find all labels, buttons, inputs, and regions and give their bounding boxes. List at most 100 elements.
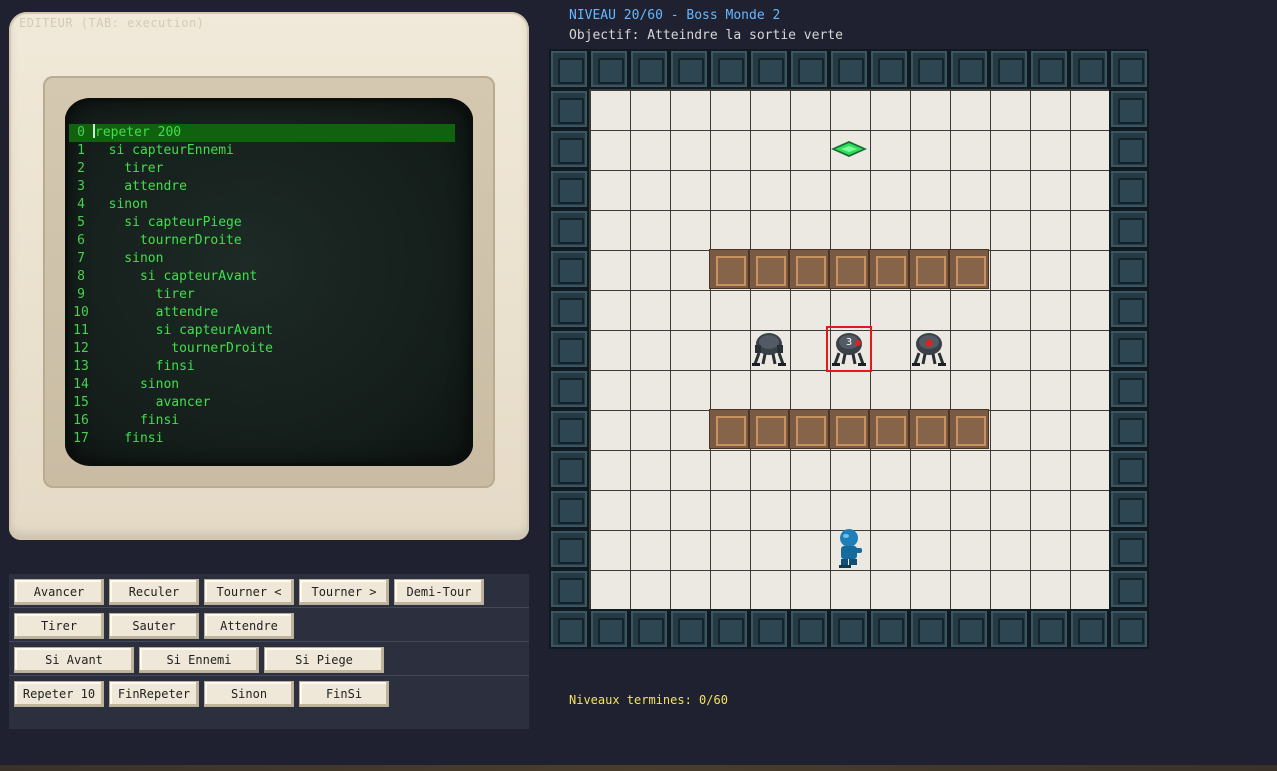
line-number: 0 <box>77 125 85 140</box>
wall-tile <box>709 49 749 89</box>
sinon-button[interactable]: Sinon <box>204 681 294 707</box>
sauter-button[interactable]: Sauter <box>109 613 199 639</box>
target-highlight <box>826 326 872 372</box>
crate-block <box>789 249 829 289</box>
wall-tile <box>669 49 709 89</box>
exit-pad <box>831 141 867 157</box>
wall-tile <box>829 49 869 89</box>
code-line[interactable]: 2 tirer <box>69 160 455 178</box>
command-panel: Avancer Reculer Tourner < Tourner > Demi… <box>9 574 529 729</box>
wall-tile <box>549 49 589 89</box>
wall-tile <box>789 609 829 649</box>
code-line[interactable]: 4 sinon <box>69 196 455 214</box>
player-character <box>839 529 862 568</box>
code-text: tournerDroite <box>93 341 274 356</box>
repeter-button[interactable]: Repeter 10 <box>14 681 104 707</box>
si-ennemi-button[interactable]: Si Ennemi <box>139 647 259 673</box>
wall-tile <box>709 609 749 649</box>
wall-tile <box>949 49 989 89</box>
code-line[interactable]: 3 attendre <box>69 178 455 196</box>
code-text: sinon <box>93 377 180 392</box>
wall-tile <box>1109 369 1149 409</box>
wall-tile <box>1029 609 1069 649</box>
line-number: 10 <box>73 305 89 320</box>
code-line[interactable]: 15 avancer <box>69 394 455 412</box>
finsi-button[interactable]: FinSi <box>299 681 389 707</box>
wall-tile <box>909 49 949 89</box>
wall-tile <box>549 529 589 569</box>
line-number: 3 <box>77 179 85 194</box>
code-line[interactable]: 16 finsi <box>69 412 455 430</box>
line-number: 5 <box>77 215 85 230</box>
si-piege-button[interactable]: Si Piege <box>264 647 384 673</box>
line-number: 7 <box>77 251 85 266</box>
avancer-button[interactable]: Avancer <box>14 579 104 605</box>
code-text: si capteurEnnemi <box>93 143 234 158</box>
code-editor-screen[interactable]: 0 repeter 200 1 si capteurEnnemi 2 tirer 3 a… <box>65 98 473 466</box>
code-line[interactable]: 1 si capteurEnnemi <box>69 142 455 160</box>
demi-tour-button[interactable]: Demi-Tour <box>394 579 484 605</box>
line-number: 6 <box>77 233 85 248</box>
wall-tile <box>1109 169 1149 209</box>
code-line[interactable]: 7 sinon <box>69 250 455 268</box>
code-text: repeter 200 <box>95 125 182 140</box>
line-number: 11 <box>73 323 89 338</box>
crate-block <box>949 409 989 449</box>
code-line[interactable]: 6 tournerDroite <box>69 232 455 250</box>
wall-tile <box>629 49 669 89</box>
wall-tile <box>549 209 589 249</box>
code-line[interactable]: 12 tournerDroite <box>69 340 455 358</box>
code-line[interactable]: 9 tirer <box>69 286 455 304</box>
crt-monitor: EDITEUR (TAB: execution) 0 repeter 200 1 s… <box>9 12 529 540</box>
command-row-actions: Tirer Sauter Attendre <box>9 608 529 642</box>
code-line[interactable]: 13 finsi <box>69 358 455 376</box>
wall-tile <box>589 609 629 649</box>
finrepeter-button[interactable]: FinRepeter <box>109 681 199 707</box>
wall-tile <box>789 49 829 89</box>
code-line[interactable]: 0 repeter 200 <box>69 124 455 142</box>
crate-block <box>829 249 869 289</box>
attendre-button[interactable]: Attendre <box>204 613 294 639</box>
line-number: 17 <box>73 431 89 446</box>
wall-tile <box>1109 49 1149 89</box>
tirer-button[interactable]: Tirer <box>14 613 104 639</box>
wall-tile <box>1109 329 1149 369</box>
code-line[interactable]: 8 si capteurAvant <box>69 268 455 286</box>
wall-tile <box>949 609 989 649</box>
wall-tile <box>1109 129 1149 169</box>
tourner-droite-button[interactable]: Tourner > <box>299 579 389 605</box>
code-text: tirer <box>93 287 195 302</box>
wall-tile <box>549 489 589 529</box>
bottom-strip <box>0 765 1277 771</box>
line-number: 12 <box>73 341 89 356</box>
crate-block <box>949 249 989 289</box>
line-number: 15 <box>73 395 89 410</box>
crate-block <box>789 409 829 449</box>
code-text: sinon <box>93 197 148 212</box>
line-number: 13 <box>73 359 89 374</box>
wall-tile <box>669 609 709 649</box>
wall-tile <box>549 369 589 409</box>
wall-tile <box>629 609 669 649</box>
command-row-control: Repeter 10 FinRepeter Sinon FinSi <box>9 676 529 710</box>
code-line[interactable]: 5 si capteurPiege <box>69 214 455 232</box>
line-number: 9 <box>77 287 85 302</box>
code-line[interactable]: 17 finsi <box>69 430 455 448</box>
crate-block <box>869 409 909 449</box>
wall-tile <box>549 609 589 649</box>
wall-tile <box>909 609 949 649</box>
wall-tile <box>869 49 909 89</box>
code-text: si capteurPiege <box>93 215 242 230</box>
wall-tile <box>1069 609 1109 649</box>
wall-tile <box>549 289 589 329</box>
wall-tile <box>1109 449 1149 489</box>
wall-tile <box>1029 49 1069 89</box>
line-number: 4 <box>77 197 85 212</box>
code-line[interactable]: 14 sinon <box>69 376 455 394</box>
reculer-button[interactable]: Reculer <box>109 579 199 605</box>
si-avant-button[interactable]: Si Avant <box>14 647 134 673</box>
code-line[interactable]: 10 attendre <box>69 304 455 322</box>
tourner-gauche-button[interactable]: Tourner < <box>204 579 294 605</box>
code-text: attendre <box>93 305 219 320</box>
code-line[interactable]: 11 si capteurAvant <box>69 322 455 340</box>
